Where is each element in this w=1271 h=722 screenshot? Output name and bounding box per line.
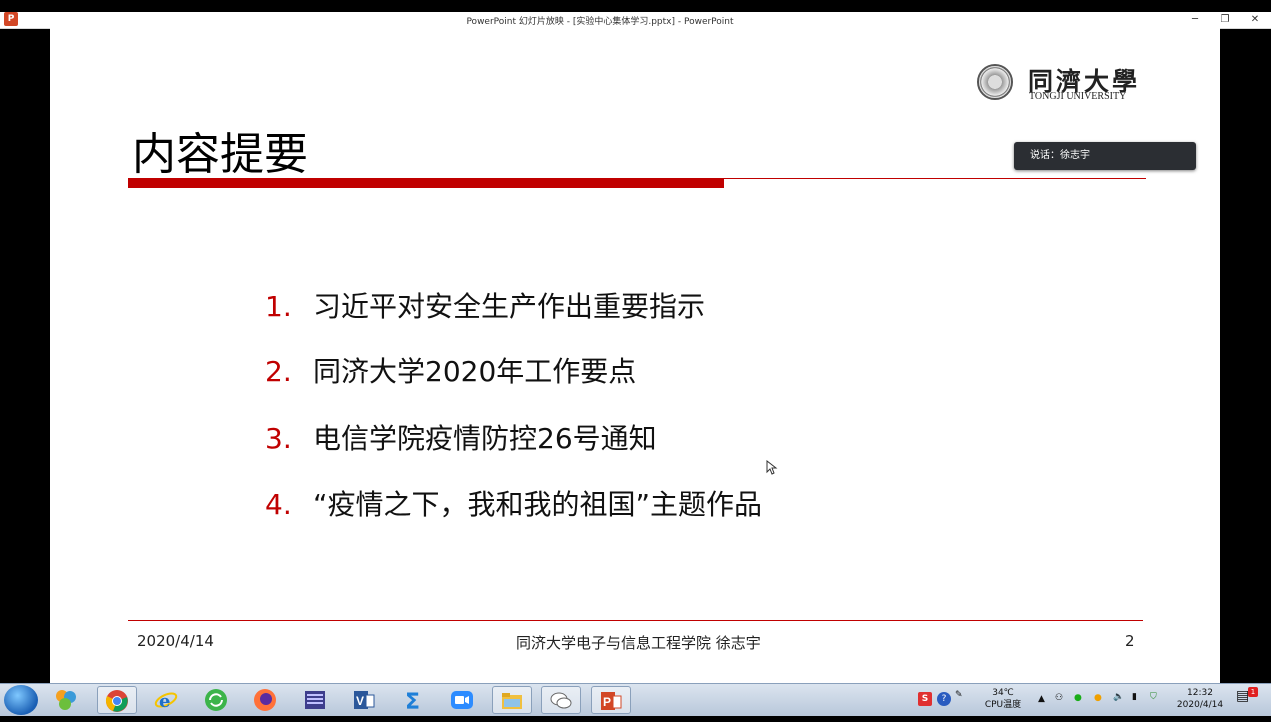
- powerpoint-icon[interactable]: P: [591, 686, 631, 714]
- footer-page-number: 2: [1125, 632, 1135, 650]
- folder-icon[interactable]: [492, 686, 532, 714]
- visio-icon[interactable]: V: [344, 686, 384, 714]
- list-item-number: 3.: [265, 422, 292, 455]
- list-item: 2. 同济大学2020年工作要点: [265, 350, 636, 390]
- chrome-icon[interactable]: [97, 686, 137, 714]
- clock-time: 12:32: [1187, 688, 1213, 698]
- slide-title: 内容提要: [132, 129, 308, 180]
- notification-count-badge: 1: [1248, 687, 1258, 697]
- ie-icon[interactable]: e: [146, 686, 186, 714]
- sogou-ime-icon[interactable]: S: [918, 692, 932, 706]
- firefox-icon[interactable]: [245, 686, 285, 714]
- clock[interactable]: 12:32 2020/4/14: [1172, 687, 1228, 711]
- windows-start-icon[interactable]: [4, 685, 38, 715]
- ime-mode-icon[interactable]: ✎: [955, 689, 963, 701]
- signal-icon[interactable]: ▮: [1132, 691, 1137, 703]
- list-item-text: 电信学院疫情防控26号通知: [313, 422, 657, 455]
- minimize-button[interactable]: ─: [1185, 13, 1205, 27]
- svg-text:V: V: [356, 694, 364, 708]
- list-item: 1. 习近平对安全生产作出重要指示: [265, 285, 705, 325]
- top-strip: [0, 0, 1271, 12]
- green-sync-icon[interactable]: [196, 686, 236, 714]
- tongji-seal-logo: [977, 64, 1013, 100]
- wechat-icon[interactable]: [541, 686, 581, 714]
- list-item-text: 习近平对安全生产作出重要指示: [313, 290, 706, 323]
- volume-icon[interactable]: 🔈: [1113, 691, 1124, 703]
- restore-button[interactable]: ❐: [1215, 13, 1235, 27]
- zoom-icon[interactable]: [442, 686, 482, 714]
- slide-canvas[interactable]: 同濟大學 TONGJI UNIVERSITY 内容提要 说话：徐志宇 1. 习近平…: [50, 28, 1220, 683]
- cpu-temperature: 34℃ CPU温度: [978, 687, 1028, 711]
- mouse-cursor-icon: [766, 460, 778, 475]
- security-tray-icon[interactable]: ●: [1094, 692, 1102, 704]
- wechat-tray-icon[interactable]: ●: [1074, 692, 1082, 704]
- list-item: 3. 电信学院疫情防控26号通知: [265, 417, 657, 457]
- svg-text:P: P: [603, 695, 611, 709]
- close-button[interactable]: ✕: [1245, 13, 1265, 27]
- cpu-temp-label: CPU温度: [984, 700, 1022, 710]
- list-item-number: 2.: [265, 355, 292, 388]
- list-item-text: “疫情之下，我和我的祖国”主题作品: [313, 488, 763, 521]
- list-item: 4. “疫情之下，我和我的祖国”主题作品: [265, 483, 762, 523]
- list-item-number: 1.: [265, 290, 292, 323]
- chat-popup[interactable]: 说话：徐志宇: [1014, 142, 1196, 170]
- svg-text:Σ: Σ: [405, 690, 420, 712]
- list-item-number: 4.: [265, 488, 292, 521]
- logo-name-en: TONGJI UNIVERSITY: [1029, 91, 1127, 102]
- svg-text:e: e: [159, 691, 170, 712]
- network-tray-icon[interactable]: ⚇: [1055, 692, 1063, 704]
- shield-icon[interactable]: ⛉: [1150, 691, 1157, 703]
- window-title: PowerPoint 幻灯片放映 - [实验中心集体学习.pptx] - Pow…: [466, 17, 734, 27]
- show-hidden-icons-icon[interactable]: ▲: [1038, 693, 1045, 705]
- clock-date: 2020/4/14: [1176, 700, 1224, 710]
- taskbar: e V Σ P S ? ✎ 34℃ CPU温度 ▲ ⚇ ● ● 🔈 ▮ ⛉ 12…: [0, 683, 1271, 716]
- help-icon[interactable]: ?: [937, 692, 951, 706]
- footer-date: 2020/4/14: [137, 632, 214, 650]
- footer-red-line: [128, 620, 1143, 621]
- grid-app-icon[interactable]: [295, 686, 335, 714]
- footer-center-text: 同济大学电子与信息工程学院 徐志宇: [516, 634, 761, 652]
- window-title-bar: P PowerPoint 幻灯片放映 - [实验中心集体学习.pptx] - P…: [0, 12, 1271, 29]
- sigma-icon[interactable]: Σ: [394, 686, 434, 715]
- cpu-temp-value: 34℃: [992, 688, 1014, 698]
- title-red-line: [724, 178, 1146, 179]
- list-item-text: 同济大学2020年工作要点: [313, 355, 637, 388]
- title-red-bar: [128, 178, 724, 188]
- colorful-app-icon[interactable]: [46, 686, 86, 714]
